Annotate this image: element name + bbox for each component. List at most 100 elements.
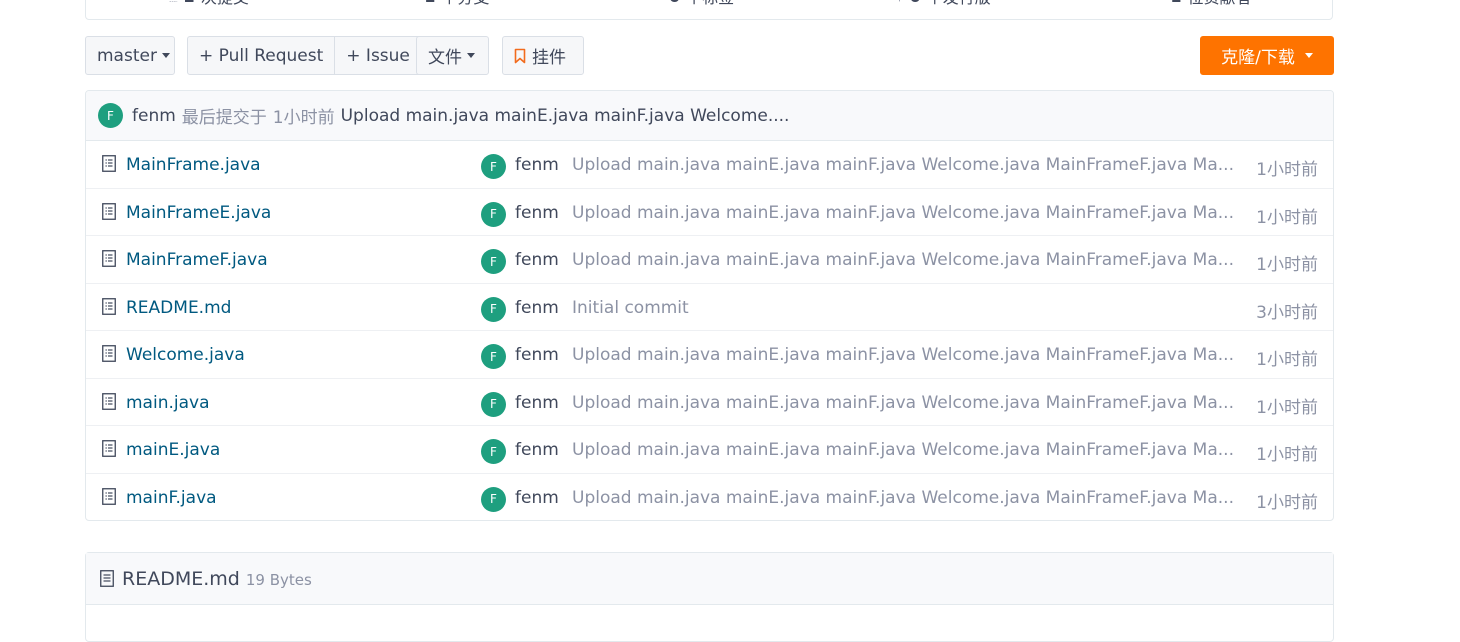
stat-branches[interactable]: ⑂ 1 个分支 xyxy=(410,0,490,8)
repo-stats-bar: ⎘ 2 次提交 ⑂ 1 个分支 ♡ 0 个标签 ⍋ 0 个发行版 ♟ 1 位贡献… xyxy=(85,0,1333,20)
avatar[interactable]: F xyxy=(481,344,506,369)
file-row[interactable]: MainFrameF.java Ffenm Upload main.java mai… xyxy=(86,236,1333,284)
commit-message-link[interactable]: Upload main.java mainE.java mainF.java W… xyxy=(572,488,1234,508)
pull-request-button[interactable]: + Pull Request xyxy=(187,36,336,75)
tag-icon: ♡ xyxy=(650,0,663,4)
file-text-icon xyxy=(102,392,116,410)
release-icon: ⍋ xyxy=(895,0,903,4)
repo-toolbar: master + Pull Request + Issue 文件 挂件 克隆/下… xyxy=(85,36,1334,75)
bookmark-icon xyxy=(514,48,526,63)
latest-commit-bar: F fenm 最后提交于 1小时前 Upload main.java mainE… xyxy=(86,91,1333,141)
commit-time: 1小时前 xyxy=(1256,445,1318,465)
avatar[interactable]: F xyxy=(481,391,506,417)
clone-label: 克隆/下载 xyxy=(1221,48,1295,68)
chevron-down-icon xyxy=(161,53,170,58)
stat-count: 1 xyxy=(424,0,435,6)
file-row[interactable]: README.md Ffenm Initial commit 3小时前 xyxy=(86,284,1333,331)
commit-author[interactable]: fenm xyxy=(515,203,559,223)
readme-title: README.md xyxy=(122,567,240,590)
commit-author[interactable]: fenm xyxy=(515,298,559,318)
contributor-icon: ♟ xyxy=(1152,0,1165,4)
commit-time: 1小时前 xyxy=(1256,492,1318,513)
file-text-icon xyxy=(100,570,114,587)
commit-time: 1小时前 xyxy=(272,108,335,128)
commit-author[interactable]: fenm xyxy=(515,393,559,413)
commit-time: 1小时前 xyxy=(1256,397,1318,418)
file-text-icon xyxy=(102,155,116,172)
commit-time: 1小时前 xyxy=(1256,160,1318,180)
commit-time: 1小时前 xyxy=(1256,255,1318,275)
commit-author[interactable]: fenm xyxy=(515,488,559,508)
clone-download-button[interactable]: 克隆/下载 xyxy=(1200,36,1334,75)
file-text-icon xyxy=(102,440,116,457)
commit-message-link[interactable]: Upload main.java mainE.java mainF.java W… xyxy=(572,345,1234,365)
stat-contributors[interactable]: ♟ 1 位贡献者 xyxy=(1152,0,1252,8)
file-row[interactable]: mainE.java Ffenm Upload main.java mainE.ja… xyxy=(86,426,1333,474)
file-name-link[interactable]: main.java xyxy=(126,393,210,413)
file-menu-button[interactable]: 文件 xyxy=(416,36,489,75)
file-row[interactable]: mainF.java Ffenm Upload main.java mainE.ja… xyxy=(86,474,1333,521)
widget-label: 挂件 xyxy=(532,48,566,68)
issue-button[interactable]: + Issue xyxy=(335,36,422,75)
file-row[interactable]: MainFrameE.java Ffenm Upload main.java mai… xyxy=(86,189,1333,236)
stat-count: 0 xyxy=(910,0,921,6)
create-button-group: + Pull Request + Issue xyxy=(187,36,422,75)
avatar[interactable]: F xyxy=(481,486,506,512)
commit-time: 1小时前 xyxy=(1256,207,1318,228)
widget-button[interactable]: 挂件 xyxy=(502,36,584,75)
branch-icon: ⑂ xyxy=(410,0,418,4)
readme-panel: README.md 19 Bytes xyxy=(85,552,1334,642)
file-list-panel: F fenm 最后提交于 1小时前 Upload main.java mainE… xyxy=(85,90,1334,521)
file-row[interactable]: Welcome.java Ffenm Upload main.java mainE.… xyxy=(86,331,1333,379)
stat-tags[interactable]: ♡ 0 个标签 xyxy=(650,0,734,8)
file-name-link[interactable]: MainFrameE.java xyxy=(126,203,271,223)
file-row[interactable]: MainFrame.java Ffenm Upload main.java main… xyxy=(86,141,1333,189)
stat-count: 1 xyxy=(1170,0,1181,6)
commit-message-link[interactable]: Upload main.java mainE.java mainF.java W… xyxy=(572,250,1234,270)
commit-author[interactable]: fenm xyxy=(515,250,559,270)
file-menu-label: 文件 xyxy=(428,48,462,68)
file-name-link[interactable]: mainE.java xyxy=(126,440,220,460)
readme-size: 19 Bytes xyxy=(245,570,312,589)
file-name-link[interactable]: MainFrame.java xyxy=(126,155,261,175)
stat-releases[interactable]: ⍋ 0 个发行版 xyxy=(895,0,991,8)
file-name-link[interactable]: MainFrameF.java xyxy=(126,250,268,270)
branch-label: master xyxy=(97,45,157,66)
commit-author[interactable]: fenm xyxy=(515,155,559,175)
avatar[interactable]: F xyxy=(481,439,506,464)
commit-message-link[interactable]: Initial commit xyxy=(572,298,689,318)
commit-message-link[interactable]: Upload main.java mainE.java mainF.java W… xyxy=(572,440,1234,460)
chevron-down-icon xyxy=(467,53,475,58)
commit-message-link[interactable]: Upload main.java mainE.java mainF.java W… xyxy=(572,393,1234,413)
file-text-icon xyxy=(102,345,116,362)
file-name-link[interactable]: Welcome.java xyxy=(126,345,245,365)
stat-label: 位贡献者 xyxy=(1187,0,1251,8)
commit-meta-label: 最后提交于 xyxy=(181,108,267,128)
commit-message-link[interactable]: Upload main.java mainE.java mainF.java W… xyxy=(572,203,1234,223)
commit-message[interactable]: Upload main.java mainE.java mainF.java W… xyxy=(341,106,790,126)
commit-author[interactable]: fenm xyxy=(515,440,559,460)
commit-author[interactable]: fenm xyxy=(515,345,559,365)
stat-label: 个发行版 xyxy=(927,0,991,8)
stat-count: 2 xyxy=(184,0,195,6)
commit-time: 3小时前 xyxy=(1256,302,1318,323)
file-name-link[interactable]: README.md xyxy=(126,298,231,318)
file-name-link[interactable]: mainF.java xyxy=(126,488,217,508)
avatar[interactable]: F xyxy=(481,201,506,227)
file-row[interactable]: main.java Ffenm Upload main.java mainE.jav… xyxy=(86,379,1333,426)
avatar[interactable]: F xyxy=(481,249,506,274)
commit-author[interactable]: fenm xyxy=(132,106,176,126)
file-text-icon xyxy=(102,297,116,315)
file-text-icon xyxy=(102,250,116,267)
commit-time: 1小时前 xyxy=(1256,350,1318,370)
avatar[interactable]: F xyxy=(481,296,506,322)
stat-label: 次提交 xyxy=(201,0,249,8)
avatar[interactable]: F xyxy=(98,103,123,128)
commit-icon: ⎘ xyxy=(167,0,178,4)
stat-commits[interactable]: ⎘ 2 次提交 xyxy=(167,0,249,8)
commit-message-link[interactable]: Upload main.java mainE.java mainF.java W… xyxy=(572,155,1234,175)
avatar[interactable]: F xyxy=(481,154,506,179)
file-text-icon xyxy=(102,202,116,220)
branch-select-button[interactable]: master xyxy=(85,36,175,75)
chevron-down-icon xyxy=(1304,53,1313,58)
